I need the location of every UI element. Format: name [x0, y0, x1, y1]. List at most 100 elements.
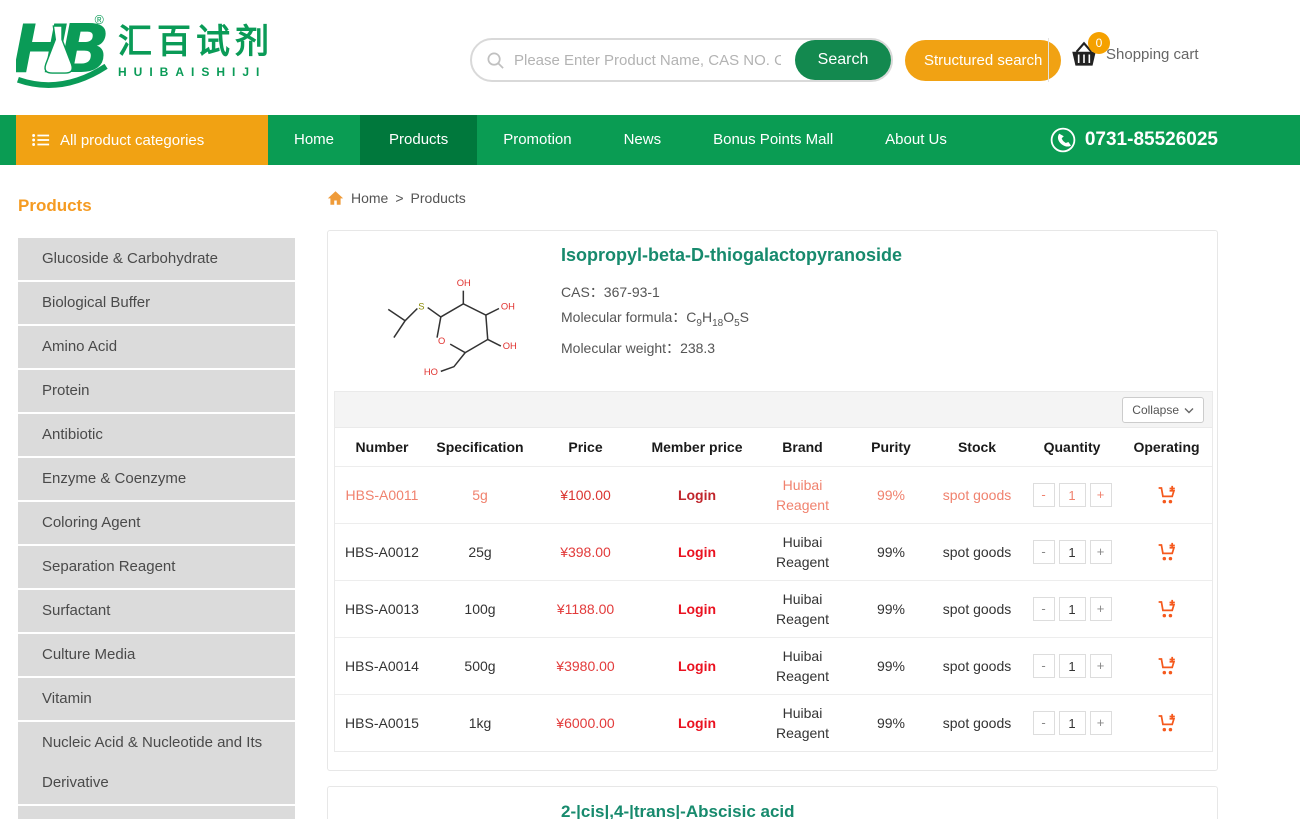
nav-item-promotion[interactable]: Promotion — [477, 115, 597, 165]
search-button[interactable]: Search — [795, 40, 891, 80]
brand-line1: Huibai — [776, 532, 829, 552]
sidebar-item[interactable]: Nucleic Acid & Nucleotide and Its Deriva… — [18, 722, 295, 804]
table-row: HBS-A0014 500g ¥3980.00 Login HuibaiReag… — [335, 637, 1212, 694]
quantity-stepper: - + — [1023, 581, 1121, 637]
collapse-button[interactable]: Collapse — [1122, 397, 1204, 423]
svg-text:O: O — [438, 336, 445, 346]
login-link[interactable]: Login — [678, 544, 716, 560]
login-link[interactable]: Login — [678, 658, 716, 674]
weight-label: Molecular weight： — [561, 340, 680, 356]
cell-purity: 99% — [851, 524, 931, 580]
add-to-cart-icon — [1156, 542, 1177, 562]
qty-input[interactable] — [1059, 483, 1086, 507]
sidebar-item[interactable]: Coloring Agent — [18, 502, 295, 544]
add-to-cart-button[interactable] — [1156, 656, 1177, 676]
cell-price: ¥6000.00 — [531, 695, 640, 751]
column-header: Specification — [429, 428, 531, 466]
nav-phone: 0731-85526025 — [1050, 115, 1218, 165]
column-header: Member price — [640, 428, 754, 466]
sidebar-item[interactable]: Culture Media — [18, 634, 295, 676]
add-to-cart-button[interactable] — [1156, 599, 1177, 619]
price-table: Collapse NumberSpecificationPriceMember … — [334, 391, 1213, 752]
cell-purity: 99% — [851, 695, 931, 751]
column-header: Operating — [1121, 428, 1212, 466]
login-link[interactable]: Login — [678, 715, 716, 731]
add-to-cart-button[interactable] — [1156, 713, 1177, 733]
qty-plus-button[interactable]: + — [1090, 597, 1112, 621]
cell-purity: 99% — [851, 581, 931, 637]
qty-plus-button[interactable]: + — [1090, 654, 1112, 678]
sidebar-item[interactable]: Surfactant — [18, 590, 295, 632]
column-header: Price — [531, 428, 640, 466]
qty-minus-button[interactable]: - — [1033, 483, 1055, 507]
breadcrumb-home-link[interactable]: Home — [351, 190, 388, 206]
logo-en-text: HUIBAISHIJI — [118, 65, 274, 79]
qty-input[interactable] — [1059, 597, 1086, 621]
cell-stock: spot goods — [931, 638, 1023, 694]
login-link[interactable]: Login — [678, 601, 716, 617]
all-categories-label: All product categories — [60, 132, 204, 149]
qty-minus-button[interactable]: - — [1033, 597, 1055, 621]
sidebar-item[interactable]: Amino Acid — [18, 326, 295, 368]
nav-item-home[interactable]: Home — [268, 115, 360, 165]
home-icon — [327, 190, 344, 206]
qty-plus-button[interactable]: + — [1090, 711, 1112, 735]
cell-specification: 100g — [429, 581, 531, 637]
quantity-stepper: - + — [1023, 467, 1121, 523]
login-link[interactable]: Login — [678, 487, 716, 503]
sidebar-item[interactable]: Other Biochemical Reagent — [18, 806, 295, 819]
sidebar-item[interactable]: Biological Buffer — [18, 282, 295, 324]
nav-menu: HomeProductsPromotionNewsBonus Points Ma… — [268, 115, 973, 165]
phone-icon — [1050, 127, 1076, 153]
svg-text:OH: OH — [503, 341, 517, 351]
shopping-cart[interactable]: 0 Shopping cart — [1068, 40, 1199, 74]
table-row: HBS-A0013 100g ¥1188.00 Login HuibaiReag… — [335, 580, 1212, 637]
logo-cn-text: 汇百试剂 — [118, 23, 274, 61]
svg-text:OH: OH — [501, 301, 515, 311]
phone-number: 0731-85526025 — [1085, 129, 1218, 151]
table-row: HBS-A0015 1kg ¥6000.00 Login HuibaiReage… — [335, 694, 1212, 751]
structured-search-button[interactable]: Structured search — [905, 40, 1061, 81]
qty-minus-button[interactable]: - — [1033, 654, 1055, 678]
product-title-link[interactable]: Isopropyl-beta-D-thiogalactopyranoside — [561, 245, 902, 266]
add-to-cart-button[interactable] — [1156, 542, 1177, 562]
product-card: S O OH OH OH HO Isopropyl-beta-D-thiogal… — [327, 230, 1218, 771]
nav-item-products[interactable]: Products — [360, 115, 477, 165]
sidebar-item[interactable]: Antibiotic — [18, 414, 295, 456]
sidebar-item[interactable]: Separation Reagent — [18, 546, 295, 588]
nav-item-bonus-points-mall[interactable]: Bonus Points Mall — [687, 115, 859, 165]
collapse-label: Collapse — [1132, 403, 1179, 417]
qty-input[interactable] — [1059, 540, 1086, 564]
cell-number: HBS-A0011 — [335, 467, 429, 523]
main-content: Home > Products S O OH OH OH — [327, 188, 1218, 819]
qty-input[interactable] — [1059, 711, 1086, 735]
qty-plus-button[interactable]: + — [1090, 540, 1112, 564]
table-row: HBS-A0012 25g ¥398.00 Login HuibaiReagen… — [335, 523, 1212, 580]
nav-item-news[interactable]: News — [598, 115, 688, 165]
nav-item-about-us[interactable]: About Us — [859, 115, 973, 165]
sidebar-item[interactable]: Enzyme & Coenzyme — [18, 458, 295, 500]
cas-value: 367-93-1 — [604, 284, 660, 300]
sidebar-item[interactable]: Vitamin — [18, 678, 295, 720]
qty-minus-button[interactable]: - — [1033, 540, 1055, 564]
quantity-stepper: - + — [1023, 638, 1121, 694]
formula-label: Molecular formula： — [561, 309, 686, 325]
svg-text:S: S — [418, 301, 424, 311]
next-product-title-link[interactable]: 2-|cis|,4-|trans|-Abscisic acid — [561, 802, 1217, 819]
logo[interactable]: HB ® 汇百试剂 HUIBAISHIJI — [16, 10, 274, 92]
brand-line2: Reagent — [776, 666, 829, 686]
cell-specification: 500g — [429, 638, 531, 694]
qty-plus-button[interactable]: + — [1090, 483, 1112, 507]
chemical-structure-image: S O OH OH OH HO — [373, 255, 518, 382]
add-to-cart-button[interactable] — [1156, 485, 1177, 505]
add-to-cart-icon — [1156, 599, 1177, 619]
cell-price: ¥398.00 — [531, 524, 640, 580]
product-info: Isopropyl-beta-D-thiogalactopyranoside C… — [561, 245, 902, 361]
sidebar-item[interactable]: Glucoside & Carbohydrate — [18, 238, 295, 280]
cell-brand: HuibaiReagent — [754, 467, 851, 523]
sidebar: Products Glucoside & CarbohydrateBiologi… — [18, 196, 295, 819]
qty-input[interactable] — [1059, 654, 1086, 678]
qty-minus-button[interactable]: - — [1033, 711, 1055, 735]
all-categories-button[interactable]: All product categories — [16, 115, 268, 165]
sidebar-item[interactable]: Protein — [18, 370, 295, 412]
